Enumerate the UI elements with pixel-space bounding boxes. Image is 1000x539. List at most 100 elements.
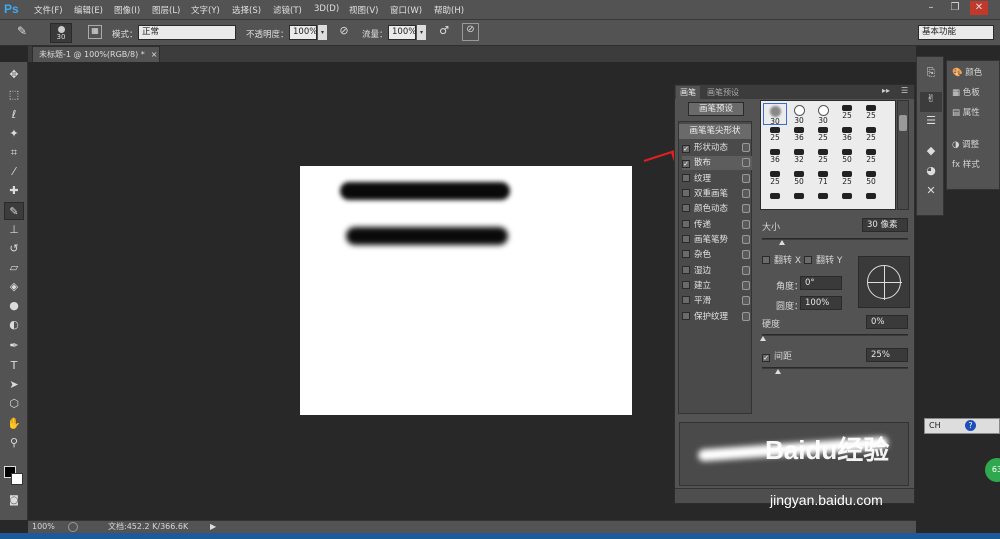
zoom-tool-icon[interactable]: ⚲ — [4, 434, 24, 452]
quick-mask-icon[interactable]: ◙ — [4, 492, 24, 510]
preset-brush[interactable]: 25 — [859, 103, 883, 125]
history-brush-tool-icon[interactable]: ↺ — [4, 240, 24, 258]
lock-icon[interactable] — [742, 266, 750, 275]
checkbox[interactable] — [682, 312, 690, 320]
menu-layer[interactable]: 图层(L) — [152, 4, 180, 17]
restore-icon[interactable]: ❐ — [946, 1, 964, 15]
status-menu-arrow-icon[interactable]: ▶ — [210, 521, 216, 533]
ime-toolbar[interactable]: CH ? — [924, 418, 1000, 434]
document-tab[interactable]: 未标题-1 @ 100%(RGB/8) * × — [32, 46, 160, 62]
menu-help[interactable]: 帮助(H) — [434, 4, 464, 17]
quick-select-tool-icon[interactable]: ✦ — [4, 125, 24, 143]
checkbox[interactable] — [682, 266, 690, 274]
notification-badge[interactable]: 63 — [985, 458, 1000, 482]
lock-icon[interactable] — [742, 174, 750, 183]
spacing-input[interactable]: 25% — [866, 348, 908, 362]
opacity-dropdown-icon[interactable]: ▾ — [318, 25, 327, 40]
pressure-opacity-icon[interactable]: ⊘ — [336, 24, 352, 40]
brush-panel-toggle-icon[interactable]: ▦ — [88, 25, 102, 39]
history-icon[interactable]: ⎘ — [920, 66, 942, 86]
brush-panel-icon[interactable]: ✌ — [920, 92, 942, 112]
preset-brush[interactable]: 25 — [763, 169, 787, 191]
lock-icon[interactable] — [742, 296, 750, 305]
checkbox[interactable] — [682, 220, 690, 228]
preset-brush[interactable]: 36 — [787, 125, 811, 147]
preset-brush[interactable] — [787, 191, 811, 213]
checkbox[interactable] — [682, 174, 690, 182]
preset-brush[interactable]: 36 — [763, 147, 787, 169]
paths-icon[interactable]: ✕ — [920, 184, 942, 204]
marquee-tool-icon[interactable]: ⬚ — [4, 86, 24, 104]
spacing-control[interactable]: ✓ 间距 — [762, 349, 792, 362]
preset-brush[interactable]: 32 — [787, 147, 811, 169]
preset-brush[interactable]: 30 — [787, 103, 811, 125]
styles-panel-item[interactable]: fx 样式 — [952, 158, 980, 170]
close-tab-icon[interactable]: × — [151, 50, 158, 59]
flow-dropdown-icon[interactable]: ▾ — [417, 25, 426, 40]
shape-tool-icon[interactable]: ⬡ — [4, 395, 24, 413]
lock-icon[interactable] — [742, 204, 750, 213]
opacity-input[interactable]: 100% — [289, 25, 317, 40]
preset-brush[interactable]: 36 — [835, 125, 859, 147]
eyedropper-tool-icon[interactable]: ⁄ — [4, 163, 24, 181]
brush-preset-grid[interactable]: 30 30 30 25 25 25 36 25 36 25 36 32 25 5… — [760, 100, 896, 210]
angle-roundness-widget[interactable] — [858, 256, 910, 308]
lock-icon[interactable] — [742, 312, 750, 321]
tab-brush-presets[interactable]: 画笔预设 — [703, 86, 743, 99]
move-tool-icon[interactable]: ✥ — [4, 66, 24, 84]
brush-tool-icon[interactable]: ✎ — [12, 24, 32, 42]
mode-select[interactable]: 正常 — [138, 25, 236, 40]
brush-tip-shape-item[interactable]: 画笔笔尖形状 — [679, 124, 751, 139]
path-select-tool-icon[interactable]: ➤ — [4, 376, 24, 394]
spacing-slider-thumb[interactable] — [775, 369, 781, 374]
preset-brush[interactable]: 25 — [811, 147, 835, 169]
menu-file[interactable]: 文件(F) — [34, 4, 63, 17]
checkbox[interactable] — [682, 250, 690, 258]
healing-tool-icon[interactable]: ✚ — [4, 182, 24, 200]
spacing-slider[interactable] — [762, 367, 908, 369]
checkbox[interactable] — [804, 256, 812, 264]
lasso-tool-icon[interactable]: ℓ — [4, 106, 24, 124]
checkbox-checked[interactable]: ✓ — [682, 145, 690, 153]
preset-brush[interactable]: 30 — [763, 103, 787, 126]
help-icon[interactable]: ? — [965, 420, 976, 431]
preset-brush[interactable]: 30 — [811, 103, 835, 125]
checkbox[interactable] — [682, 235, 690, 243]
brush-size-picker[interactable]: 30 — [50, 23, 72, 43]
preset-brush[interactable]: 25 — [835, 103, 859, 125]
document-canvas[interactable] — [300, 166, 632, 415]
preset-brush[interactable] — [811, 191, 835, 213]
menu-3d[interactable]: 3D(D) — [314, 4, 339, 17]
preset-brush[interactable]: 50 — [859, 169, 883, 191]
properties-panel-item[interactable]: ▤ 属性 — [952, 106, 980, 118]
preset-scrollbar[interactable] — [897, 100, 909, 210]
menu-select[interactable]: 选择(S) — [232, 4, 261, 17]
pressure-size-icon[interactable]: ⊘ — [462, 23, 479, 41]
preset-brush[interactable]: 50 — [787, 169, 811, 191]
angle-input[interactable]: 0° — [800, 276, 842, 290]
brush-presets-button[interactable]: 画笔预设 — [688, 102, 744, 116]
preset-brush[interactable] — [859, 191, 883, 213]
lock-icon[interactable] — [742, 250, 750, 259]
dodge-tool-icon[interactable]: ◐ — [4, 316, 24, 334]
brush-tool-selected-icon[interactable]: ✎ — [4, 202, 24, 220]
stamp-tool-icon[interactable]: ⊥ — [4, 221, 24, 239]
swatches-panel-item[interactable]: ▦ 色板 — [952, 86, 980, 98]
preset-brush[interactable]: 25 — [859, 125, 883, 147]
lock-icon[interactable] — [742, 158, 750, 167]
panel-collapse-icon[interactable]: ▸▸ — [882, 86, 890, 95]
menu-image[interactable]: 图像(I) — [114, 4, 140, 17]
preset-brush[interactable] — [835, 191, 859, 213]
lock-icon[interactable] — [742, 143, 750, 152]
checkbox[interactable] — [682, 281, 690, 289]
color-panel-item[interactable]: 🎨 颜色 — [952, 66, 982, 78]
flow-input[interactable]: 100% — [388, 25, 416, 40]
scroll-thumb[interactable] — [899, 115, 907, 131]
close-icon[interactable]: ✕ — [970, 1, 988, 15]
lock-icon[interactable] — [742, 220, 750, 229]
hardness-input[interactable]: 0% — [866, 315, 908, 329]
eraser-tool-icon[interactable]: ▱ — [4, 259, 24, 277]
adjustments-panel-item[interactable]: ◑ 调整 — [952, 138, 979, 150]
lock-icon[interactable] — [742, 189, 750, 198]
panel-menu-icon[interactable]: ☰ — [901, 86, 908, 95]
